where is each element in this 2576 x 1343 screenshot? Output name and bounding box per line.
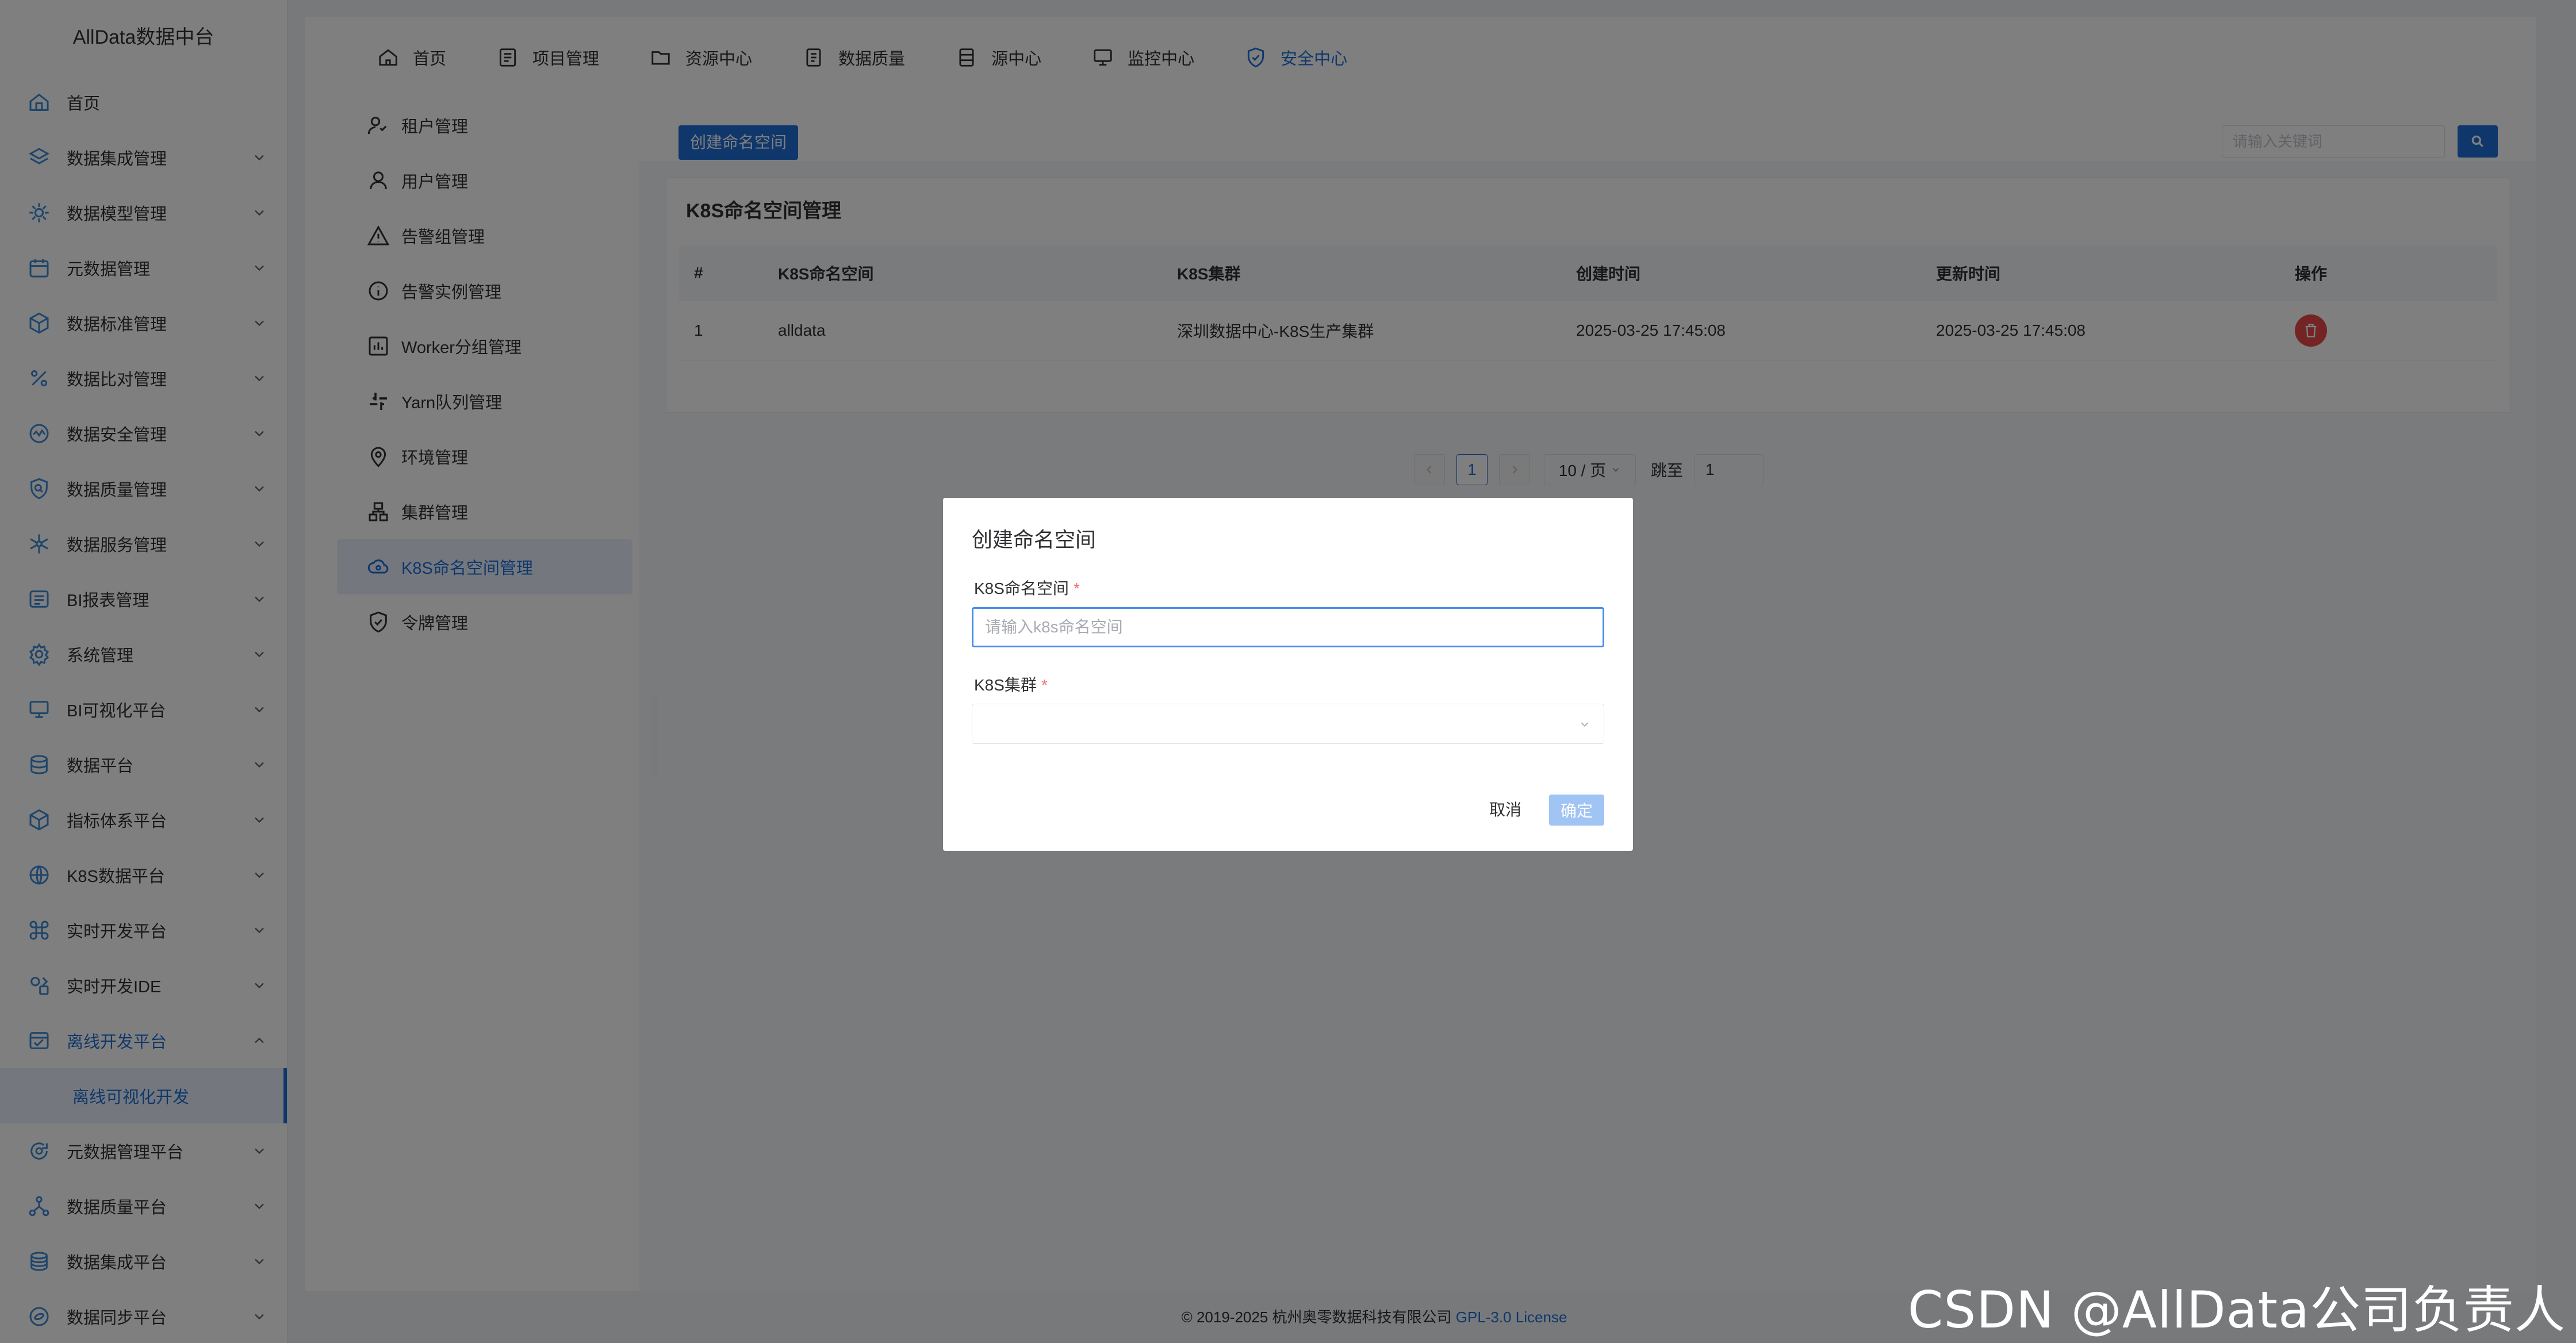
- watermark: CSDN @AllData公司负责人: [1907, 1280, 2566, 1340]
- cluster-field-label: K8S集群 *: [974, 673, 1048, 696]
- scrollbar-thumb[interactable]: [652, 694, 657, 777]
- label-text: K8S集群: [974, 676, 1037, 694]
- chevron-down-icon: [1581, 722, 1589, 727]
- namespace-field-label: K8S命名空间 *: [974, 576, 1080, 599]
- cancel-button[interactable]: 取消: [1489, 795, 1521, 826]
- cluster-select[interactable]: [972, 704, 1604, 744]
- create-namespace-dialog: 创建命名空间 K8S命名空间* K8S集群* 取消 确定: [943, 498, 1633, 851]
- required-mark: *: [1041, 676, 1048, 694]
- required-mark: *: [1073, 580, 1080, 597]
- confirm-button[interactable]: 确定: [1549, 795, 1604, 826]
- namespace-input[interactable]: [972, 607, 1604, 647]
- dialog-title: 创建命名空间: [972, 528, 1097, 551]
- label-text: K8S命名空间: [974, 580, 1069, 597]
